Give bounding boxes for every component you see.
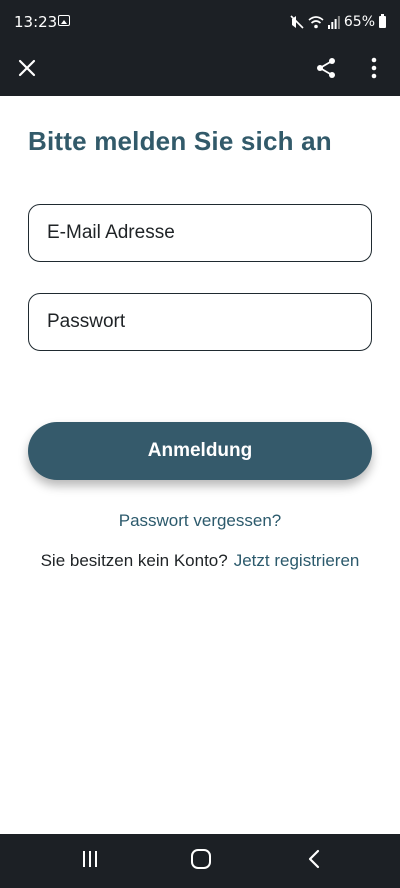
- forgot-password-link[interactable]: Passwort vergessen?: [0, 511, 400, 531]
- more-options-button[interactable]: [350, 44, 398, 96]
- system-nav-bar: [0, 834, 400, 888]
- email-field[interactable]: [28, 204, 372, 262]
- register-link[interactable]: Jetzt registrieren: [234, 551, 360, 570]
- app-bar: [0, 44, 400, 96]
- status-indicators: 65%: [290, 12, 386, 32]
- battery-icon: [379, 14, 386, 28]
- email-input[interactable]: [47, 222, 371, 244]
- more-vert-icon: [370, 57, 378, 84]
- back-button[interactable]: [284, 834, 344, 888]
- status-time: 13:23: [14, 13, 58, 31]
- battery-percent: 65%: [343, 14, 375, 30]
- password-input[interactable]: [47, 311, 371, 333]
- recents-button[interactable]: [60, 834, 120, 888]
- status-bar: 13:23 65%: [0, 0, 400, 44]
- register-prompt: Sie besitzen kein Konto? Jetzt registrier…: [0, 551, 400, 571]
- share-button[interactable]: [302, 44, 350, 96]
- password-field[interactable]: [28, 293, 372, 351]
- login-button[interactable]: Anmeldung: [28, 422, 372, 480]
- recents-icon: [81, 850, 99, 873]
- share-icon: [314, 56, 338, 85]
- close-icon: [18, 59, 36, 82]
- signal-icon: [327, 15, 340, 29]
- page-title: Bitte melden Sie sich an: [28, 126, 332, 156]
- back-icon: [307, 849, 321, 874]
- home-button[interactable]: [171, 834, 231, 888]
- wifi-icon: [308, 15, 324, 29]
- mute-icon: [290, 15, 304, 29]
- close-button[interactable]: [3, 44, 51, 96]
- no-account-text: Sie besitzen kein Konto?: [40, 551, 228, 570]
- gallery-notification-icon: [58, 15, 70, 26]
- home-icon: [190, 848, 212, 875]
